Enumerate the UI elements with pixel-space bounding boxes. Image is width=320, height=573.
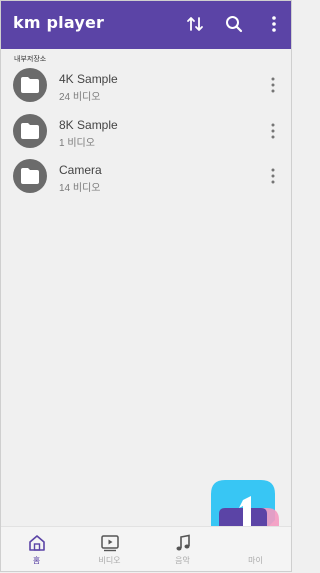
tab-home[interactable]: 홈 <box>0 527 73 573</box>
tab-my[interactable]: 마이 <box>219 527 292 573</box>
tab-home-label: 홈 <box>32 556 41 565</box>
search-icon[interactable] <box>224 14 244 34</box>
section-label-internal-storage: 내부저장소 <box>14 55 47 63</box>
folder-item[interactable]: 4K Sample 24 비디오 <box>0 68 292 114</box>
more-vert-icon[interactable] <box>266 167 280 185</box>
video-icon <box>100 534 120 552</box>
tab-video-label: 비디오 <box>98 556 121 565</box>
app-title: km player <box>13 13 105 32</box>
music-note-icon <box>173 534 193 552</box>
folder-video-count: 14 비디오 <box>59 183 101 194</box>
sort-icon[interactable] <box>185 14 205 34</box>
folder-item[interactable]: 8K Sample 1 비디오 <box>0 114 292 160</box>
folder-video-count: 24 비디오 <box>59 92 101 103</box>
folder-icon <box>13 68 47 102</box>
folder-icon <box>13 114 47 148</box>
tab-video[interactable]: 비디오 <box>73 527 146 573</box>
tab-music-label: 음악 <box>175 556 190 565</box>
bottom-navigation: 홈 비디오 음악 마이 <box>0 526 292 572</box>
folder-item[interactable]: Camera 14 비디오 <box>0 159 292 205</box>
folder-video-count: 1 비디오 <box>59 138 95 149</box>
more-vert-icon[interactable] <box>264 14 284 34</box>
app-bar: km player <box>0 0 292 49</box>
home-icon <box>27 534 47 552</box>
folder-icon <box>13 159 47 193</box>
folder-name: 4K Sample <box>59 72 118 86</box>
more-vert-icon[interactable] <box>266 122 280 140</box>
folder-name: 8K Sample <box>59 118 118 132</box>
tab-music[interactable]: 음악 <box>146 527 219 573</box>
more-vert-icon[interactable] <box>266 76 280 94</box>
tab-my-label: 마이 <box>248 556 263 565</box>
folder-name: Camera <box>59 163 102 177</box>
